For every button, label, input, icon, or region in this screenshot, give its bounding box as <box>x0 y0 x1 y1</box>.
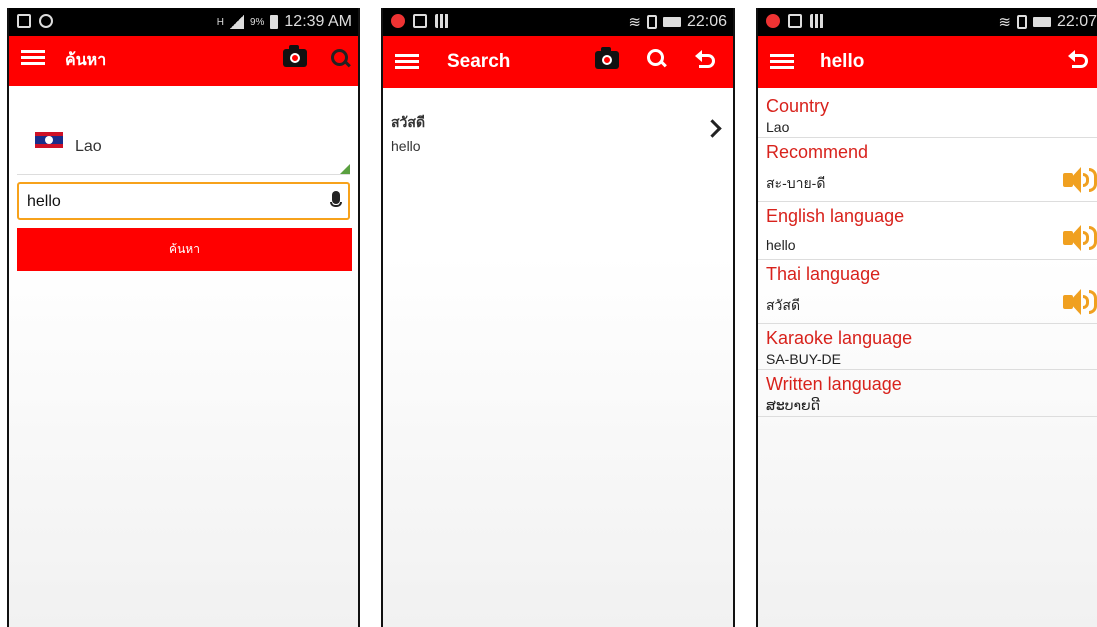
status-time: 12:39 AM <box>284 13 352 30</box>
field-label: Recommend <box>766 142 869 162</box>
barcode-icon <box>810 14 824 28</box>
field-karaoke: Karaoke language SA-BUY-DE <box>758 324 1097 370</box>
wifi-icon: ≋ <box>628 14 641 31</box>
field-label: English language <box>766 206 905 226</box>
field-recommend: Recommend สะ-บาย-ดี <box>758 138 1097 202</box>
search-field[interactable] <box>17 182 350 220</box>
shield-icon <box>39 14 53 28</box>
battery-icon <box>1032 17 1051 27</box>
page-title: hello <box>820 51 865 72</box>
speaker-icon[interactable] <box>1063 165 1097 195</box>
lao-flag-icon <box>35 132 63 148</box>
search-input[interactable] <box>27 192 307 212</box>
screen-search-form: H 9% 12:39 AM ค้นหา Lao ค้นหา <box>7 8 360 627</box>
app-bar: Search <box>383 36 733 88</box>
battery-icon <box>662 17 681 27</box>
camera-icon[interactable] <box>283 45 309 73</box>
status-bar: ≋ 22:07 <box>758 8 1097 36</box>
field-english: English language hello <box>758 202 1097 260</box>
list-item[interactable]: สวัสดี hello <box>391 112 725 158</box>
search-icon[interactable] <box>647 49 673 73</box>
field-label: Karaoke language <box>766 328 913 348</box>
menu-icon[interactable] <box>770 54 794 70</box>
menu-icon[interactable] <box>21 50 45 66</box>
signal-icon <box>229 15 244 29</box>
field-value: สะ-บาย-ดี <box>766 175 826 191</box>
field-country: Country Lao <box>758 92 1097 138</box>
app-notification-icon <box>766 14 780 28</box>
country-selector[interactable]: Lao <box>17 126 350 175</box>
network-type: H <box>216 16 224 28</box>
field-written: Written language ສະບາຍດີ <box>758 370 1097 417</box>
app-notification-icon <box>391 14 405 28</box>
status-time: 22:07 <box>1056 13 1097 30</box>
back-icon[interactable] <box>1068 50 1094 78</box>
field-value: Lao <box>766 119 790 135</box>
app-bar: ค้นหา <box>9 36 358 86</box>
wifi-icon: ≋ <box>998 14 1011 31</box>
back-icon[interactable] <box>695 50 721 78</box>
search-button[interactable]: ค้นหา <box>17 228 352 271</box>
microphone-icon[interactable] <box>330 191 342 213</box>
battery-icon <box>270 15 279 29</box>
gallery-icon <box>788 14 802 28</box>
detail-list: Country Lao Recommend สะ-บาย-ดี English … <box>758 92 1097 417</box>
field-thai: Thai language สวัสดี <box>758 260 1097 324</box>
page-title: ค้นหา <box>65 52 107 69</box>
field-value: SA-BUY-DE <box>766 351 841 367</box>
result-english-word: hello <box>391 138 421 154</box>
speaker-icon[interactable] <box>1063 287 1097 317</box>
menu-icon[interactable] <box>395 54 419 70</box>
battery-percent: 9% <box>249 16 265 28</box>
country-label: Lao <box>75 138 102 155</box>
speaker-icon[interactable] <box>1063 223 1097 253</box>
sd-card-icon <box>646 15 657 29</box>
field-label: Thai language <box>766 264 881 284</box>
search-icon[interactable] <box>331 49 357 73</box>
page-title: Search <box>447 51 511 72</box>
field-value: ສະບາຍດີ <box>766 397 820 413</box>
status-time: 22:06 <box>686 13 727 30</box>
screen-word-detail: ≋ 22:07 hello Country Lao Recommend สะ-บ… <box>756 8 1097 627</box>
field-value: สวัสดี <box>766 297 801 313</box>
sd-card-icon <box>1016 15 1027 29</box>
field-value: hello <box>766 237 796 253</box>
status-bar: H 9% 12:39 AM <box>9 8 358 36</box>
result-thai-word: สวัสดี <box>391 114 426 130</box>
gallery-icon <box>413 14 427 28</box>
barcode-icon <box>435 14 449 28</box>
dropdown-indicator-icon <box>340 164 350 174</box>
field-label: Written language <box>766 374 902 394</box>
gallery-icon <box>17 14 31 28</box>
camera-icon[interactable] <box>595 47 621 75</box>
screen-search-results: ≋ 22:06 Search สวัสดี hello <box>381 8 735 627</box>
status-bar: ≋ 22:06 <box>383 8 733 36</box>
app-bar: hello <box>758 36 1097 88</box>
field-label: Country <box>766 96 830 116</box>
